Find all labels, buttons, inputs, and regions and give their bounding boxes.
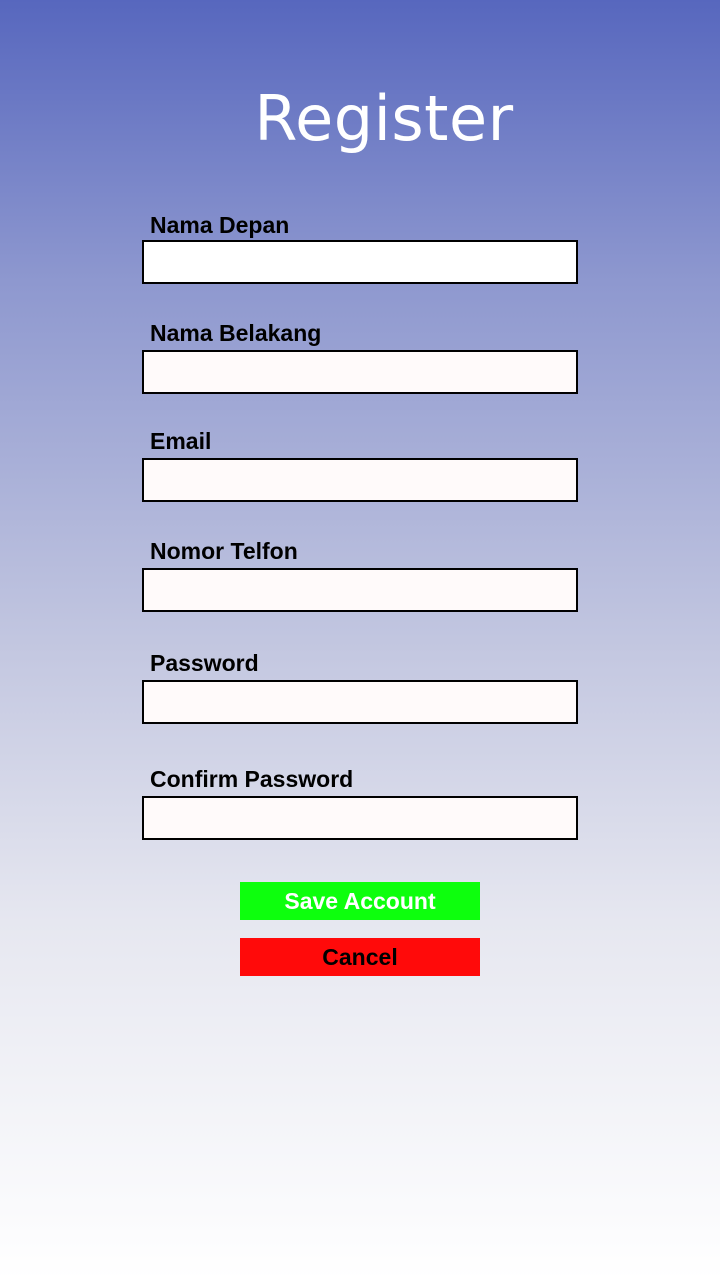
save-account-button[interactable]: Save Account — [240, 882, 480, 920]
page-title: Register — [254, 82, 514, 155]
first-name-input[interactable] — [142, 240, 578, 284]
password-label: Password — [150, 650, 259, 676]
confirm-password-input[interactable] — [142, 796, 578, 840]
cancel-button[interactable]: Cancel — [240, 938, 480, 976]
phone-label: Nomor Telfon — [150, 538, 298, 564]
first-name-label: Nama Depan — [150, 212, 290, 238]
confirm-password-label: Confirm Password — [150, 766, 354, 792]
email-input[interactable] — [142, 458, 578, 502]
phone-input[interactable] — [142, 568, 578, 612]
password-input[interactable] — [142, 680, 578, 724]
last-name-input[interactable] — [142, 350, 578, 394]
last-name-label: Nama Belakang — [150, 320, 322, 346]
email-label: Email — [150, 428, 212, 454]
